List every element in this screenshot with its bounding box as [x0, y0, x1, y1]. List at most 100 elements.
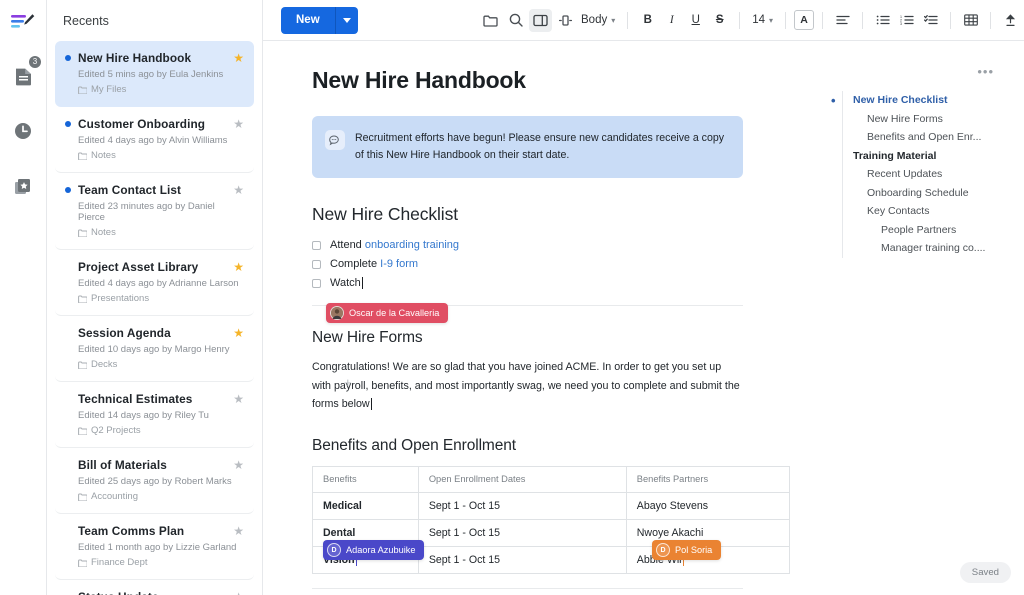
star-icon[interactable]: ★ — [233, 118, 244, 130]
checkbox[interactable] — [312, 259, 321, 269]
table-row[interactable]: Medical Sept 1 - Oct 15 Abayo Stevens — [312, 491, 791, 520]
table-cell[interactable]: Sept 1 - Oct 15 — [417, 518, 627, 547]
recents-list[interactable]: New Hire Handbook ★ Edited 5 mins ago by E… — [47, 41, 262, 595]
recents-list-item[interactable]: New Hire Handbook ★ Edited 5 mins ago by E… — [55, 41, 254, 107]
recents-list-item[interactable]: Bill of Materials ★ Edited 25 days ago by … — [55, 448, 254, 514]
table-cell[interactable]: Medical — [312, 491, 419, 520]
recents-list-item[interactable]: Technical Estimates ★ Edited 14 days ago b… — [55, 382, 254, 448]
checklist-item-label: Attend onboarding training — [330, 239, 460, 252]
bulleted-list-icon[interactable] — [871, 9, 894, 32]
italic-button[interactable]: I — [660, 9, 683, 32]
main-area: New Body ▾ B I U S 14 ▾ A 1 2 3 New Hire… — [263, 0, 1024, 595]
recents-list-item[interactable]: Team Contact List ★ Edited 23 minutes ago … — [55, 173, 254, 250]
star-icon[interactable]: ★ — [233, 591, 244, 595]
style-select-value: Body — [581, 14, 608, 26]
bold-button[interactable]: B — [636, 9, 659, 32]
rail-item-documents[interactable]: 3 — [4, 56, 42, 95]
underline-button[interactable]: U — [684, 9, 707, 32]
split-panel-icon[interactable] — [529, 8, 552, 32]
rail-item-recents[interactable] — [4, 112, 42, 150]
checklist-item[interactable]: Complete I-9 form — [312, 256, 743, 272]
outline-item-label: New Hire Checklist — [853, 94, 948, 107]
text-color-button[interactable]: A — [794, 10, 815, 30]
folder-icon[interactable] — [479, 9, 502, 32]
collaborator-flag-oscar: Oscar de la Cavalleria — [326, 303, 449, 323]
outline-item[interactable]: Key Contacts — [843, 202, 1012, 221]
recents-item-title: Session Agenda — [78, 326, 171, 340]
font-size-select[interactable]: 14 ▾ — [748, 9, 777, 32]
outline-item-label: People Partners — [881, 223, 957, 236]
star-icon[interactable]: ★ — [233, 393, 244, 405]
table-cell[interactable]: Abayo Stevens — [625, 491, 791, 520]
new-button[interactable]: New — [281, 6, 336, 34]
table-cell[interactable]: Sept 1 - Oct 15 — [417, 545, 627, 574]
table-cell[interactable]: Sept 1 - Oct 15 — [417, 491, 627, 520]
app-window: 3 Recents New Hire Handbook ★ Edited 5 m… — [0, 0, 1024, 595]
outline-item-label: Key Contacts — [867, 205, 930, 218]
recents-item-title: Customer Onboarding — [78, 117, 206, 131]
search-icon[interactable] — [504, 9, 527, 32]
folder-icon — [78, 427, 87, 435]
style-select[interactable]: Body ▾ — [577, 9, 619, 32]
star-icon[interactable]: ★ — [233, 525, 244, 537]
star-icon[interactable]: ★ — [233, 327, 244, 339]
checkbox[interactable] — [312, 278, 321, 288]
recents-list-item[interactable]: Customer Onboarding ★ Edited 4 days ago by… — [55, 107, 254, 173]
present-icon[interactable] — [554, 9, 577, 32]
outline-item[interactable]: New Hire Forms — [843, 110, 1012, 129]
outline-list[interactable]: • New Hire Checklist New Hire Forms Benefit… — [831, 91, 1012, 258]
new-caret-down-icon[interactable] — [335, 6, 358, 34]
chevron-down-icon: ▾ — [611, 15, 616, 25]
star-icon[interactable]: ★ — [233, 52, 244, 64]
editor-logo[interactable] — [9, 11, 37, 35]
insert-icon[interactable] — [999, 9, 1022, 32]
recents-item-title: New Hire Handbook — [78, 51, 192, 65]
comment-icon — [325, 130, 345, 150]
document-canvas[interactable]: New Hire Handbook Recruitment efforts ha… — [263, 41, 820, 595]
recents-item-meta: Edited 23 minutes ago by Daniel Pierce — [78, 201, 215, 223]
checklist-item[interactable]: Watch — [312, 275, 743, 291]
outline-item[interactable]: Recent Updates — [843, 165, 1012, 184]
recents-item-folder: Decks — [78, 359, 244, 370]
outline-item[interactable]: Training Material — [843, 147, 1012, 166]
outline-more-button[interactable]: ••• — [820, 65, 1012, 78]
collaborator-name: Oscar de la Cavalleria — [349, 308, 440, 318]
strikethrough-button[interactable]: S — [708, 9, 731, 32]
recents-item-folder: Notes — [78, 227, 244, 238]
table-body[interactable]: Medical Sept 1 - Oct 15 Abayo Stevens Denta… — [312, 491, 791, 574]
recents-list-item[interactable]: Project Asset Library ★ Edited 4 days ago … — [55, 250, 254, 316]
text-caret — [370, 398, 373, 411]
document-icon — [15, 67, 32, 86]
checklist-icon[interactable] — [919, 9, 942, 32]
outline-item[interactable]: People Partners — [843, 221, 1012, 240]
new-button-group[interactable]: New — [281, 6, 358, 34]
collaborator-name: Pol Soria — [675, 545, 713, 555]
star-icon[interactable]: ★ — [233, 261, 244, 273]
outline-panel: ••• • New Hire Checklist New Hire Forms Ben… — [820, 41, 1024, 595]
checkbox[interactable] — [312, 240, 321, 250]
outline-item[interactable]: Onboarding Schedule — [843, 184, 1012, 203]
outline-item[interactable]: • New Hire Checklist — [831, 91, 1012, 110]
recents-list-item[interactable]: Status Update★ — [55, 580, 254, 595]
starred-files-icon — [14, 177, 32, 196]
rail-item-starred[interactable] — [4, 167, 42, 205]
outline-item[interactable]: Manager training co.... — [843, 239, 1012, 258]
recents-item-folder: My Files — [78, 84, 244, 95]
add-block-button[interactable]: + — [344, 376, 352, 389]
numbered-list-icon[interactable]: 1 2 3 — [895, 9, 918, 32]
recents-item-meta: Edited 5 mins ago by Eula Jenkins — [78, 69, 224, 80]
recents-item-folder: Accounting — [78, 491, 244, 502]
checklist-item-link[interactable]: I-9 form — [380, 258, 418, 270]
align-left-icon[interactable] — [831, 9, 854, 32]
table-column-header: Open Enrollment Dates — [417, 465, 627, 493]
table-icon[interactable] — [959, 9, 982, 32]
recents-list-item[interactable]: Session Agenda ★ Edited 10 days ago by Mar… — [55, 316, 254, 382]
checklist[interactable]: Attend onboarding training Complete I-9 f… — [312, 237, 743, 291]
star-icon[interactable]: ★ — [233, 184, 244, 196]
outline-item[interactable]: Benefits and Open Enr... — [843, 128, 1012, 147]
star-icon[interactable]: ★ — [233, 459, 244, 471]
recents-item-meta: Edited 1 month ago by Lizzie Garland — [78, 542, 237, 553]
checklist-item-link[interactable]: onboarding training — [365, 239, 459, 251]
checklist-item[interactable]: Attend onboarding training — [312, 237, 743, 253]
recents-list-item[interactable]: Team Comms Plan ★ Edited 1 month ago by Li… — [55, 514, 254, 580]
